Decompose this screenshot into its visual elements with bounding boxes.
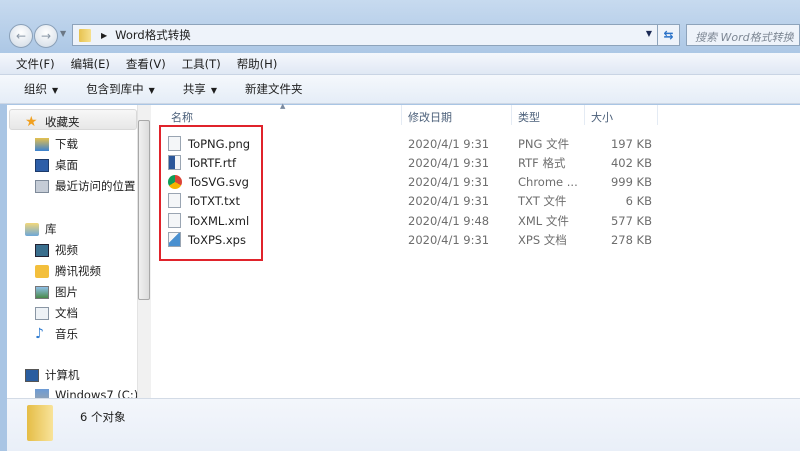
search-input[interactable]: 搜索 Word格式转换 bbox=[686, 24, 800, 46]
menu-help[interactable]: 帮助(H) bbox=[237, 56, 278, 72]
nav-libraries[interactable]: 库 bbox=[25, 221, 57, 237]
menu-view[interactable]: 查看(V) bbox=[126, 56, 166, 72]
share-label: 共享 bbox=[182, 82, 206, 96]
navigation-pane: ★ 收藏夹 下载 桌面 最近访问的位置 库 视频 腾讯视频 图片 文档 ♪ 音乐 计… bbox=[7, 105, 137, 398]
column-header-type[interactable]: 类型 bbox=[512, 105, 585, 125]
nav-favorites[interactable]: ★ 收藏夹 bbox=[25, 114, 80, 130]
column-header-date[interactable]: 修改日期 bbox=[402, 105, 512, 125]
file-date: 2020/4/1 9:48 bbox=[408, 213, 490, 228]
file-date: 2020/4/1 9:31 bbox=[408, 193, 490, 208]
new-folder-button[interactable]: 新建文件夹 bbox=[245, 81, 303, 97]
nav-tencent-video[interactable]: 腾讯视频 bbox=[35, 263, 101, 279]
file-type: Chrome ... bbox=[518, 174, 578, 189]
music-note-icon: ♪ bbox=[35, 325, 44, 342]
file-size: 402 KB bbox=[610, 155, 652, 170]
nav-label: 腾讯视频 bbox=[55, 264, 101, 278]
address-bar[interactable]: ▶ Word格式转换 ▼ bbox=[72, 24, 658, 46]
forward-button[interactable]: → bbox=[34, 24, 58, 48]
include-in-library-button[interactable]: 包含到库中 ▼ bbox=[86, 81, 155, 97]
nav-music[interactable]: ♪ 音乐 bbox=[35, 326, 78, 342]
address-dropdown-icon[interactable]: ▼ bbox=[646, 29, 652, 38]
organize-label: 组织 bbox=[24, 82, 47, 96]
nav-documents[interactable]: 文档 bbox=[35, 305, 78, 321]
command-bar: 组织 ▼ 包含到库中 ▼ 共享 ▼ 新建文件夹 bbox=[0, 75, 800, 104]
file-date: 2020/4/1 9:31 bbox=[408, 136, 490, 151]
computer-icon bbox=[25, 368, 39, 382]
nav-computer[interactable]: 计算机 bbox=[25, 367, 80, 383]
nav-label: 收藏夹 bbox=[45, 115, 80, 129]
file-date: 2020/4/1 9:31 bbox=[408, 155, 490, 170]
file-size: 278 KB bbox=[610, 232, 652, 247]
nav-pane-scroll-thumb[interactable] bbox=[138, 120, 150, 300]
details-pane bbox=[7, 398, 800, 451]
breadcrumb-separator-icon[interactable]: ▶ bbox=[101, 31, 107, 40]
file-date: 2020/4/1 9:31 bbox=[408, 232, 490, 247]
organize-button[interactable]: 组织 ▼ bbox=[24, 81, 58, 97]
file-size: 999 KB bbox=[610, 174, 652, 189]
nav-label: 最近访问的位置 bbox=[55, 179, 136, 193]
folder-icon bbox=[27, 405, 53, 441]
file-type: TXT 文件 bbox=[518, 193, 567, 208]
tencent-video-folder-icon bbox=[35, 264, 49, 278]
file-date: 2020/4/1 9:31 bbox=[408, 174, 490, 189]
menu-tools[interactable]: 工具(T) bbox=[182, 56, 221, 72]
nav-label: 文档 bbox=[55, 306, 78, 320]
nav-label: 库 bbox=[45, 222, 57, 236]
file-size: 197 KB bbox=[610, 136, 652, 151]
chevron-down-icon: ▼ bbox=[52, 86, 59, 95]
windows-drive-icon bbox=[35, 388, 49, 398]
download-folder-icon bbox=[35, 137, 49, 151]
sort-ascending-icon: ▲ bbox=[280, 102, 286, 110]
nav-pictures[interactable]: 图片 bbox=[35, 284, 78, 300]
nav-label: 桌面 bbox=[55, 158, 78, 172]
folder-icon bbox=[79, 28, 91, 42]
nav-label: 下载 bbox=[55, 137, 78, 151]
video-library-icon bbox=[35, 243, 49, 257]
recent-pages-dropdown[interactable]: ▼ bbox=[60, 29, 66, 38]
menu-edit[interactable]: 编辑(E) bbox=[71, 56, 110, 72]
menu-bar: 文件(F) 编辑(E) 查看(V) 工具(T) 帮助(H) bbox=[0, 53, 800, 75]
documents-library-icon bbox=[35, 306, 49, 320]
recent-places-icon bbox=[35, 179, 49, 193]
nav-label: 计算机 bbox=[45, 368, 80, 382]
breadcrumb-current[interactable]: Word格式转换 bbox=[115, 27, 191, 43]
file-size: 577 KB bbox=[610, 213, 652, 228]
nav-label: 图片 bbox=[55, 285, 78, 299]
share-button[interactable]: 共享 ▼ bbox=[183, 81, 217, 97]
nav-label: Windows7 (C:) bbox=[55, 388, 137, 398]
pictures-library-icon bbox=[35, 285, 49, 299]
file-type: XML 文件 bbox=[518, 213, 569, 228]
desktop-icon bbox=[35, 158, 49, 172]
chevron-down-icon: ▼ bbox=[148, 86, 155, 95]
chevron-down-icon: ▼ bbox=[210, 86, 217, 95]
library-icon bbox=[25, 222, 39, 236]
column-header-size[interactable]: 大小 bbox=[585, 105, 658, 125]
nav-videos[interactable]: 视频 bbox=[35, 242, 78, 258]
nav-label: 视频 bbox=[55, 243, 78, 257]
file-type: XPS 文档 bbox=[518, 232, 567, 247]
file-type: PNG 文件 bbox=[518, 136, 570, 151]
file-type: RTF 格式 bbox=[518, 155, 566, 170]
refresh-button[interactable]: ⇆ bbox=[657, 24, 680, 46]
nav-label: 音乐 bbox=[55, 327, 78, 341]
item-count: 6 个对象 bbox=[80, 410, 126, 424]
menu-file[interactable]: 文件(F) bbox=[16, 56, 55, 72]
star-icon: ★ bbox=[25, 113, 38, 130]
nav-recent-places[interactable]: 最近访问的位置 bbox=[35, 178, 136, 194]
nav-downloads[interactable]: 下载 bbox=[35, 136, 78, 152]
nav-drive-c[interactable]: Windows7 (C:) bbox=[35, 388, 137, 398]
highlight-box bbox=[159, 125, 263, 261]
include-label: 包含到库中 bbox=[86, 82, 144, 96]
nav-desktop[interactable]: 桌面 bbox=[35, 157, 78, 173]
back-button[interactable]: ← bbox=[9, 24, 33, 48]
file-size: 6 KB bbox=[625, 193, 652, 208]
